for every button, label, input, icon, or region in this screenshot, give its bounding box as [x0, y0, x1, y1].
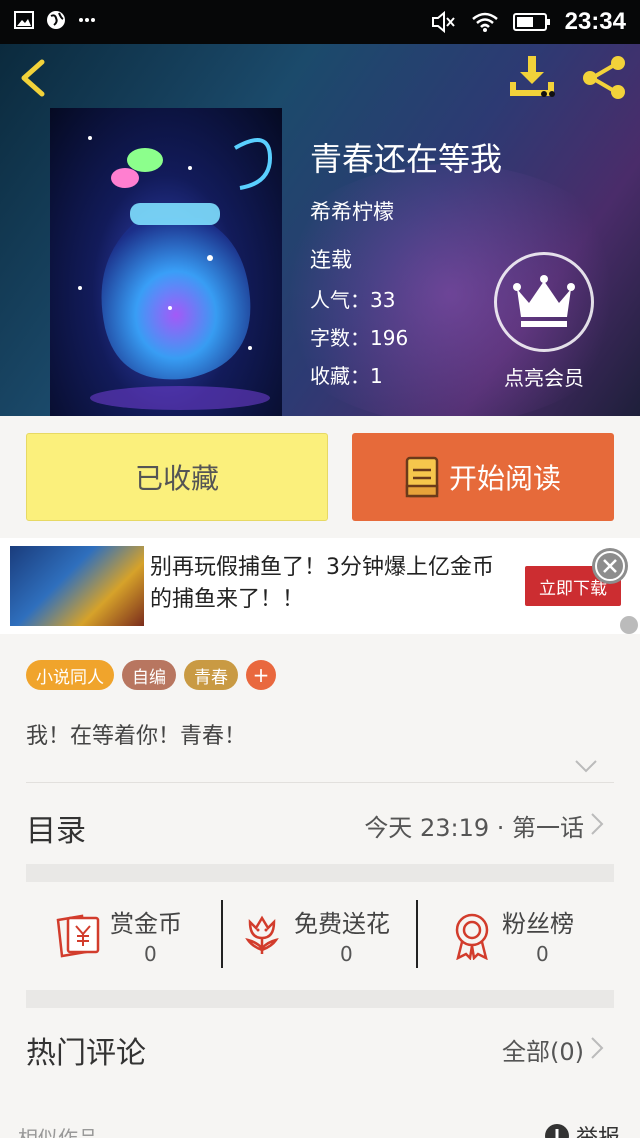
reward-coin-button[interactable]: 赏金币 0 [26, 898, 222, 972]
book-author[interactable]: 希希柠檬 [310, 196, 394, 226]
globe-icon [47, 11, 65, 29]
latest-chapter[interactable]: 今天 23:19 · 第一话 [364, 808, 584, 843]
vip-label[interactable]: 点亮会员 [478, 362, 610, 391]
add-tag-button[interactable]: + [246, 660, 276, 690]
fan-ranking-label: 粉丝榜 [502, 910, 574, 938]
free-flower-button[interactable]: 免费送花 0 [224, 898, 420, 972]
clock: 23:34 [564, 8, 626, 35]
reward-coin-label: 赏金币 [110, 910, 182, 938]
fan-ranking-button[interactable]: 粉丝榜 0 [420, 898, 616, 972]
chevron-right-icon[interactable] [590, 1036, 604, 1060]
reward-coin-icon [56, 914, 100, 958]
reward-coin-count: 0 [144, 942, 157, 966]
book-description: 我！在等着你！青春！ [26, 724, 247, 749]
alert-icon [544, 1124, 569, 1138]
ad-source-icon [620, 616, 638, 634]
report-label: 举报 [576, 1120, 620, 1138]
vertical-divider [416, 900, 418, 968]
ad-image[interactable] [10, 546, 144, 626]
ad-close-button[interactable] [592, 548, 628, 584]
tag-chip[interactable]: 青春 [184, 660, 238, 690]
medal-icon [455, 913, 489, 960]
more-dots-icon [79, 18, 95, 22]
share-icon[interactable] [578, 52, 630, 102]
favorites-value: 1 [370, 364, 383, 388]
back-icon[interactable] [14, 56, 54, 100]
chevron-down-icon[interactable] [574, 758, 598, 774]
tag-list: 小说同人 自编 青春 + [26, 660, 276, 690]
similar-works-label: 相似作品 [18, 1126, 98, 1138]
flower-icon [245, 915, 279, 954]
popularity-value: 33 [370, 288, 396, 312]
hot-comments-label: 热门评论 [26, 1036, 146, 1071]
book-cover[interactable] [50, 108, 282, 416]
book-title: 青春还在等我 [310, 140, 503, 178]
cover-art [78, 136, 273, 410]
start-reading-label: 开始阅读 [448, 462, 561, 495]
book-icon [405, 456, 439, 498]
word-count-label: 字数： [310, 326, 370, 350]
ad-banner[interactable]: 别再玩假捕鱼了！3分钟爆上亿金币的捕鱼来了！！ 立即下载 [0, 538, 640, 634]
battery-icon [512, 13, 550, 31]
report-button[interactable]: 举报 [544, 1120, 620, 1138]
free-flower-label: 免费送花 [294, 910, 390, 938]
ad-text[interactable]: 别再玩假捕鱼了！3分钟爆上亿金币的捕鱼来了！！ [150, 552, 510, 616]
section-separator [26, 990, 614, 1008]
image-icon [14, 11, 34, 29]
popularity-label: 人气： [310, 288, 370, 312]
catalog-label[interactable]: 目录 [26, 806, 86, 850]
vertical-divider [221, 900, 223, 968]
divider [26, 782, 614, 783]
close-icon [595, 551, 625, 581]
vip-crown-button[interactable] [494, 252, 594, 352]
word-count-value: 196 [370, 326, 409, 350]
free-flower-count: 0 [340, 942, 353, 966]
tag-chip[interactable]: 自编 [122, 660, 176, 690]
popularity-stat: 人气：33 [310, 284, 395, 313]
book-header: 青春还在等我 希希柠檬 连载 人气：33 字数：196 收藏：1 点亮会员 [0, 44, 640, 416]
start-reading-button[interactable]: 开始阅读 [352, 433, 614, 521]
fan-ranking-count: 0 [536, 942, 549, 966]
mute-icon [431, 10, 455, 34]
section-separator [26, 864, 614, 882]
download-icon[interactable] [506, 54, 558, 100]
favorites-label: 收藏： [310, 364, 370, 388]
wifi-icon [471, 12, 498, 32]
crown-icon [513, 275, 575, 327]
chevron-right-icon[interactable] [590, 812, 604, 836]
book-status: 连载 [310, 248, 352, 272]
tag-chip[interactable]: 小说同人 [26, 660, 114, 690]
collected-button[interactable]: 已收藏 [26, 433, 328, 521]
status-bar: 23:34 [0, 0, 640, 44]
word-count-stat: 字数：196 [310, 322, 408, 351]
favorites-stat: 收藏：1 [310, 360, 383, 389]
all-comments-link[interactable]: 全部(0) [502, 1032, 584, 1067]
